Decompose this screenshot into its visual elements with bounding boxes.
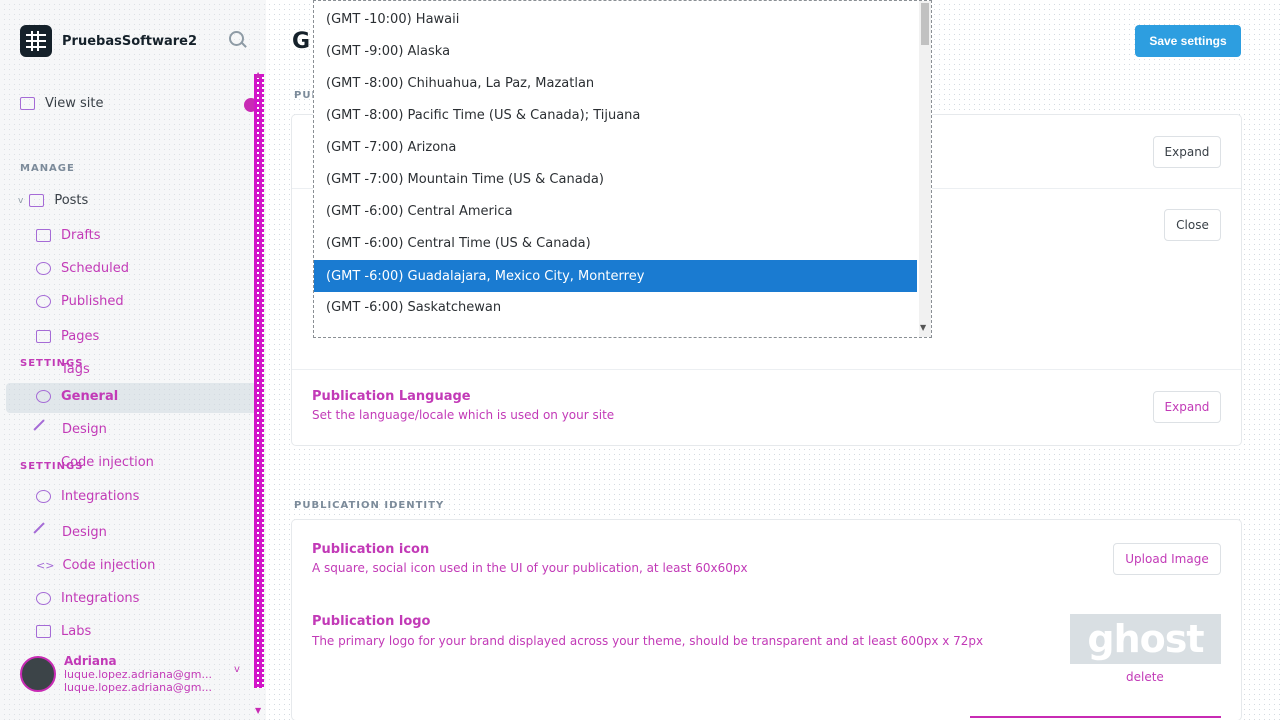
sidebar-item-label: General [61, 389, 119, 404]
sidebar-item-posts[interactable]: v Posts [18, 193, 89, 208]
sidebar-item-labs[interactable]: Labs [36, 624, 91, 639]
sidebar-item-view-site[interactable]: View site [20, 96, 103, 111]
settings-icon [36, 390, 51, 403]
sidebar-item-drafts[interactable]: Drafts [36, 228, 101, 243]
sidebar-item-published[interactable]: Published [36, 294, 124, 309]
posts-icon [29, 194, 45, 207]
timezone-option[interactable]: (GMT -7:00) Mountain Time (US & Canada) [326, 172, 604, 187]
sidebar-item-label: Integrations [61, 489, 140, 504]
home-icon [20, 97, 35, 110]
sidebar-item-code-injection-ghost[interactable]: Code injection [36, 455, 154, 470]
sidebar-scrollbar[interactable] [254, 74, 264, 688]
timezone-dropdown-list[interactable]: (GMT -10:00) Hawaii (GMT -9:00) Alaska (… [313, 0, 932, 338]
language-description: Set the language/locale which is used on… [312, 408, 615, 422]
sidebar-item-label: Design [62, 422, 107, 437]
scroll-down-icon[interactable]: ▼ [255, 706, 261, 715]
tag-icon [36, 262, 51, 275]
publication-logo-image[interactable]: ghost [1070, 614, 1221, 664]
integrations-icon [36, 592, 51, 605]
search-icon[interactable] [229, 31, 244, 46]
section-label-manage: MANAGE [20, 163, 75, 174]
brush-icon [33, 521, 55, 544]
code-icon: <> [36, 559, 55, 572]
timezone-option-selected[interactable]: (GMT -6:00) Guadalajara, Mexico City, Mo… [314, 260, 917, 292]
brush-icon [33, 418, 55, 441]
sidebar-item-label: Code injection [61, 455, 154, 470]
avatar [20, 656, 56, 692]
chevron-down-icon: v [18, 195, 24, 206]
language-title: Publication Language [312, 389, 471, 404]
user-name: Adriana [64, 654, 117, 668]
sidebar-item-label: Integrations [61, 591, 140, 606]
labs-icon [36, 625, 51, 638]
logo-title: Publication logo [312, 614, 431, 629]
expand-button[interactable]: Expand [1153, 136, 1221, 168]
timezone-option[interactable]: (GMT -7:00) Arizona [326, 140, 456, 155]
page-title: G [292, 29, 311, 54]
delete-logo-link[interactable]: delete [1126, 670, 1164, 684]
divider [292, 369, 1241, 370]
timezone-option[interactable]: (GMT -6:00) Central Time (US & Canada) [326, 236, 591, 251]
upload-image-button[interactable]: Upload Image [1113, 543, 1221, 575]
sidebar-item-scheduled[interactable]: Scheduled [36, 261, 129, 276]
sidebar-item-label: Design [62, 525, 107, 540]
sidebar-item-label: Scheduled [61, 261, 129, 276]
scroll-down-icon[interactable]: ▼ [920, 323, 926, 332]
sidebar-item-tags[interactable]: Tags [36, 362, 90, 377]
sidebar-item-label: Posts [54, 193, 89, 208]
brand[interactable]: PruebasSoftware2 [20, 24, 197, 58]
icon-title: Publication icon [312, 542, 430, 557]
timezone-option[interactable]: (GMT -8:00) Chihuahua, La Paz, Mazatlan [326, 76, 594, 91]
sidebar: PruebasSoftware2 View site MANAGE v Post… [0, 0, 266, 720]
dropdown-scroll-thumb[interactable] [921, 3, 929, 45]
user-email-ghost: luque.lopez.adriana@gm... [64, 681, 212, 694]
logo-description: The primary logo for your brand displaye… [312, 634, 984, 648]
save-settings-button[interactable]: Save settings [1135, 25, 1241, 57]
timezone-option[interactable]: (GMT -6:00) Saskatchewan [326, 300, 501, 315]
sidebar-item-label: Tags [61, 362, 90, 377]
sidebar-item-design-2[interactable]: Design [33, 521, 107, 544]
sidebar-item-label: Labs [61, 624, 92, 639]
ghost-logo-icon [20, 25, 52, 57]
sidebar-item-label: Pages [61, 329, 100, 344]
user-email: luque.lopez.adriana@gm... [64, 668, 212, 681]
sidebar-item-pages[interactable]: Pages [36, 329, 99, 344]
pages-icon [36, 330, 51, 343]
timezone-option[interactable]: (GMT -10:00) Hawaii [326, 12, 459, 27]
sidebar-item-general[interactable]: General [36, 389, 118, 404]
timezone-option[interactable]: (GMT -9:00) Alaska [326, 44, 450, 59]
sidebar-item-design[interactable]: Design [33, 418, 107, 441]
drafts-icon [36, 229, 51, 242]
cover-image-edge [970, 716, 1221, 718]
sidebar-item-integrations[interactable]: Integrations [36, 591, 139, 606]
sidebar-item-code-injection[interactable]: <> Code injection [36, 558, 155, 573]
sidebar-item-label: Drafts [61, 228, 101, 243]
timezone-option[interactable]: (GMT -6:00) Central America [326, 204, 513, 219]
dropdown-scrollbar[interactable] [919, 1, 931, 337]
timezone-option[interactable]: (GMT -8:00) Pacific Time (US & Canada); … [326, 108, 640, 123]
scroll-up-icon[interactable]: ▲ [255, 70, 261, 79]
language-expand-button[interactable]: Expand [1153, 391, 1221, 423]
staff-icon [36, 295, 51, 308]
user-menu[interactable]: Adriana luque.lopez.adriana@gm... luque.… [20, 654, 212, 694]
sidebar-item-label: View site [45, 96, 104, 111]
sidebar-item-label: Code injection [62, 558, 156, 573]
close-button[interactable]: Close [1164, 209, 1221, 241]
icon-description: A square, social icon used in the UI of … [312, 561, 748, 575]
sidebar-item-integrations-ghost[interactable]: Integrations [36, 489, 139, 504]
brand-name: PruebasSoftware2 [62, 33, 198, 49]
user-info: Adriana luque.lopez.adriana@gm... luque.… [64, 654, 212, 694]
settings-icon [36, 490, 51, 503]
section-heading-identity: PUBLICATION IDENTITY [294, 500, 445, 511]
chevron-down-icon[interactable]: v [234, 664, 240, 675]
sidebar-item-label: Published [61, 294, 124, 309]
